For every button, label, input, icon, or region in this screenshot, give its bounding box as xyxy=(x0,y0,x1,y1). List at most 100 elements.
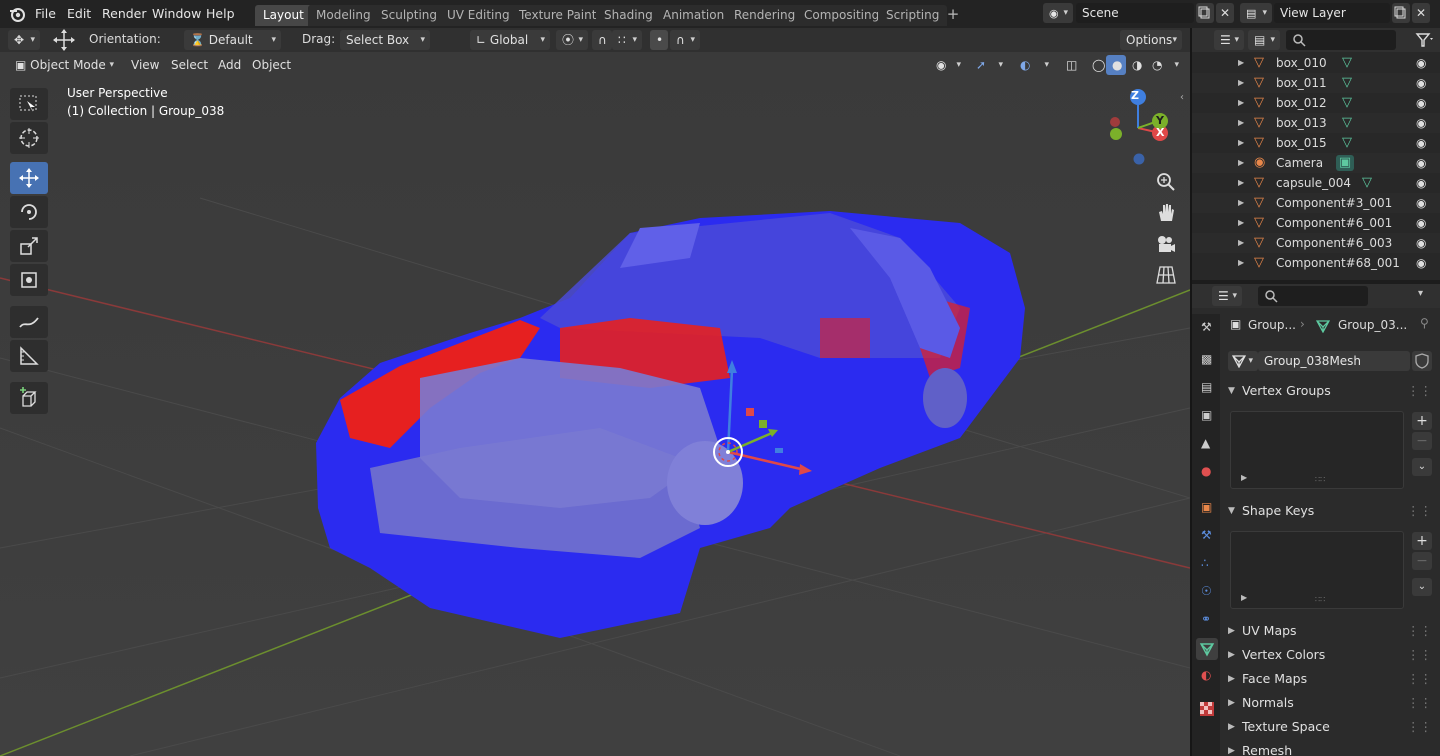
editor-type-dropdown[interactable]: ☰ ▾ xyxy=(1214,30,1244,50)
expand-arrow-icon[interactable]: ▶ xyxy=(1238,233,1244,253)
tab-modeling[interactable]: Modeling xyxy=(308,5,379,26)
eye-icon[interactable]: ◉ xyxy=(1416,193,1426,213)
eye-icon[interactable]: ◉ xyxy=(1416,73,1426,93)
scale-tool[interactable] xyxy=(10,230,48,262)
mesh-name-field[interactable]: Group_038Mesh xyxy=(1258,351,1410,371)
eye-icon[interactable]: ◉ xyxy=(1416,173,1426,193)
pan-button[interactable] xyxy=(1153,200,1179,226)
visibility-dropdown[interactable]: ◉ ▾ xyxy=(930,55,966,75)
expand-arrow-icon[interactable]: ▶ xyxy=(1238,173,1244,193)
panel-shape-keys-header[interactable]: ▼ Shape Keys ⋮⋮ xyxy=(1220,499,1440,523)
outliner-item-name[interactable]: Component#3_001 xyxy=(1276,193,1392,213)
snap-target-dropdown[interactable]: ∷ ▾ xyxy=(612,30,642,50)
tab-scripting[interactable]: Scripting xyxy=(878,5,948,26)
outliner-item-name[interactable]: Component#6_003 xyxy=(1276,233,1392,253)
transform-tool[interactable] xyxy=(10,264,48,296)
mode-dropdown[interactable]: ▣ Object Mode ▾ xyxy=(9,55,119,75)
mesh-data-icon[interactable]: ▽ xyxy=(1342,133,1352,153)
mesh-data-icon[interactable]: ▽ xyxy=(1342,113,1352,133)
tab-tool[interactable]: ⚒ xyxy=(1196,318,1218,340)
expand-arrow-icon[interactable]: ▶ xyxy=(1238,53,1244,73)
properties-editor-type-dropdown[interactable]: ☰ ▾ xyxy=(1212,286,1242,306)
outliner-item-name[interactable]: box_012 xyxy=(1276,93,1327,113)
add-vertex-group-button[interactable]: + xyxy=(1412,412,1432,430)
mesh-browse-button[interactable]: ▾ xyxy=(1228,351,1258,371)
3d-viewport[interactable]: Z X Y ✥ ▾ Orientation: ⌛ Default ▾ Drag: S… xyxy=(0,28,1190,756)
outliner-row[interactable]: ▶ ◉ Camera ▣ ◉ xyxy=(1192,153,1440,173)
proportional-edit-toggle[interactable]: • xyxy=(650,30,668,50)
tab-output[interactable]: ▤ xyxy=(1196,378,1218,400)
expand-arrow-icon[interactable]: ▶ xyxy=(1238,153,1244,173)
mesh-data-icon[interactable]: ▽ xyxy=(1342,73,1352,93)
shading-solid-button[interactable]: ● xyxy=(1106,55,1126,75)
tab-rendering[interactable]: Rendering xyxy=(726,5,804,26)
mesh-data-icon[interactable]: ▽ xyxy=(1362,173,1372,193)
drag-handle-icon[interactable]: ⋮⋮ xyxy=(1407,715,1432,739)
outliner-item-name[interactable]: Component#6_001 xyxy=(1276,213,1392,233)
expand-arrow-icon[interactable]: ▶ xyxy=(1238,213,1244,233)
falloff-dropdown[interactable]: ∩ ▾ xyxy=(670,30,700,50)
drag-dropdown[interactable]: Select Box ▾ xyxy=(340,30,430,50)
remove-vertex-group-button[interactable]: − xyxy=(1412,432,1432,450)
tab-texture[interactable] xyxy=(1196,698,1218,720)
tab-particles[interactable]: ∴ xyxy=(1196,554,1218,576)
outliner-item-name[interactable]: Component#68_001 xyxy=(1276,253,1400,273)
menu-add[interactable]: Add xyxy=(212,55,242,75)
filter-button[interactable] xyxy=(1414,30,1436,50)
pin-icon[interactable]: ⚲ xyxy=(1420,316,1429,330)
select-box-tool[interactable] xyxy=(10,88,48,120)
tab-constraints[interactable]: ⚭ xyxy=(1196,610,1218,632)
new-view-layer-button[interactable] xyxy=(1392,3,1410,23)
outliner-item-name[interactable]: box_015 xyxy=(1276,133,1327,153)
outliner-row[interactable]: ▶ ▽ box_011 ▽ ◉ xyxy=(1192,73,1440,93)
vertex-groups-list[interactable]: ▶ ∷∷ xyxy=(1230,411,1404,489)
eye-icon[interactable]: ◉ xyxy=(1416,253,1426,273)
menu-render[interactable]: Render xyxy=(102,5,147,23)
list-resize-handle-icon[interactable]: ∷∷ xyxy=(1315,595,1325,604)
vertex-group-specials-button[interactable]: ⌄ xyxy=(1412,458,1432,476)
move-tool[interactable] xyxy=(10,162,48,194)
fake-user-button[interactable] xyxy=(1412,351,1432,371)
tab-modifiers[interactable]: ⚒ xyxy=(1196,526,1218,548)
mesh-data-icon[interactable]: ▽ xyxy=(1342,53,1352,73)
outliner-item-name[interactable]: box_011 xyxy=(1276,73,1327,93)
sidebar-collapse-icon[interactable]: ‹ xyxy=(1180,92,1184,103)
eye-icon[interactable]: ◉ xyxy=(1416,233,1426,253)
panel-vertex-groups-header[interactable]: ▼ Vertex Groups ⋮⋮ xyxy=(1220,379,1440,403)
delete-scene-button[interactable]: ✕ xyxy=(1216,3,1234,23)
outliner-row[interactable]: ▶ ▽ box_013 ▽ ◉ xyxy=(1192,113,1440,133)
menu-window[interactable]: Window xyxy=(152,5,201,23)
scene-selector-button[interactable]: ◉ ▾ xyxy=(1043,3,1073,23)
new-scene-button[interactable] xyxy=(1196,3,1214,23)
outliner-row[interactable]: ▶ ▽ box_010 ▽ ◉ xyxy=(1192,53,1440,73)
tab-render[interactable]: ▩ xyxy=(1196,350,1218,372)
perspective-toggle-button[interactable] xyxy=(1153,262,1179,288)
expand-arrow-icon[interactable]: ▶ xyxy=(1238,193,1244,213)
properties-search-input[interactable] xyxy=(1258,286,1368,306)
shape-keys-list[interactable]: ▶ ∷∷ xyxy=(1230,531,1404,609)
orientation-dropdown[interactable]: ⌛ Default ▾ xyxy=(184,30,281,50)
tab-physics[interactable]: ☉ xyxy=(1196,582,1218,604)
tab-shading[interactable]: Shading xyxy=(596,5,661,26)
eye-icon[interactable]: ◉ xyxy=(1416,213,1426,233)
remove-shape-key-button[interactable]: − xyxy=(1412,552,1432,570)
panel-uv-maps-header[interactable]: ▶ UV Maps ⋮⋮ xyxy=(1220,619,1440,643)
tab-sculpting[interactable]: Sculpting xyxy=(373,5,446,26)
expand-arrow-icon[interactable]: ▶ xyxy=(1238,93,1244,113)
tab-object[interactable]: ▣ xyxy=(1196,498,1218,520)
drag-handle-icon[interactable]: ⋮⋮ xyxy=(1407,643,1432,667)
camera-view-button[interactable] xyxy=(1153,231,1179,257)
outliner-item-name[interactable]: Camera xyxy=(1276,153,1323,173)
overlays-toggle[interactable]: ◐ ▾ xyxy=(1014,55,1054,75)
xray-toggle[interactable]: ◫ xyxy=(1060,55,1082,75)
outliner-row[interactable]: ▶ ▽ capsule_004 ▽ ◉ xyxy=(1192,173,1440,193)
panel-vertex-colors-header[interactable]: ▶ Vertex Colors ⋮⋮ xyxy=(1220,643,1440,667)
tab-uv-editing[interactable]: UV Editing xyxy=(439,5,518,26)
outliner-row[interactable]: ▶ ▽ box_012 ▽ ◉ xyxy=(1192,93,1440,113)
eye-icon[interactable]: ◉ xyxy=(1416,53,1426,73)
expand-arrow-icon[interactable]: ▶ xyxy=(1238,253,1244,273)
camera-data-icon[interactable]: ▣ xyxy=(1336,155,1354,171)
options-dropdown[interactable]: Options ▾ xyxy=(1120,30,1182,50)
tab-compositing[interactable]: Compositing xyxy=(796,5,888,26)
tab-layout[interactable]: Layout xyxy=(255,5,312,26)
